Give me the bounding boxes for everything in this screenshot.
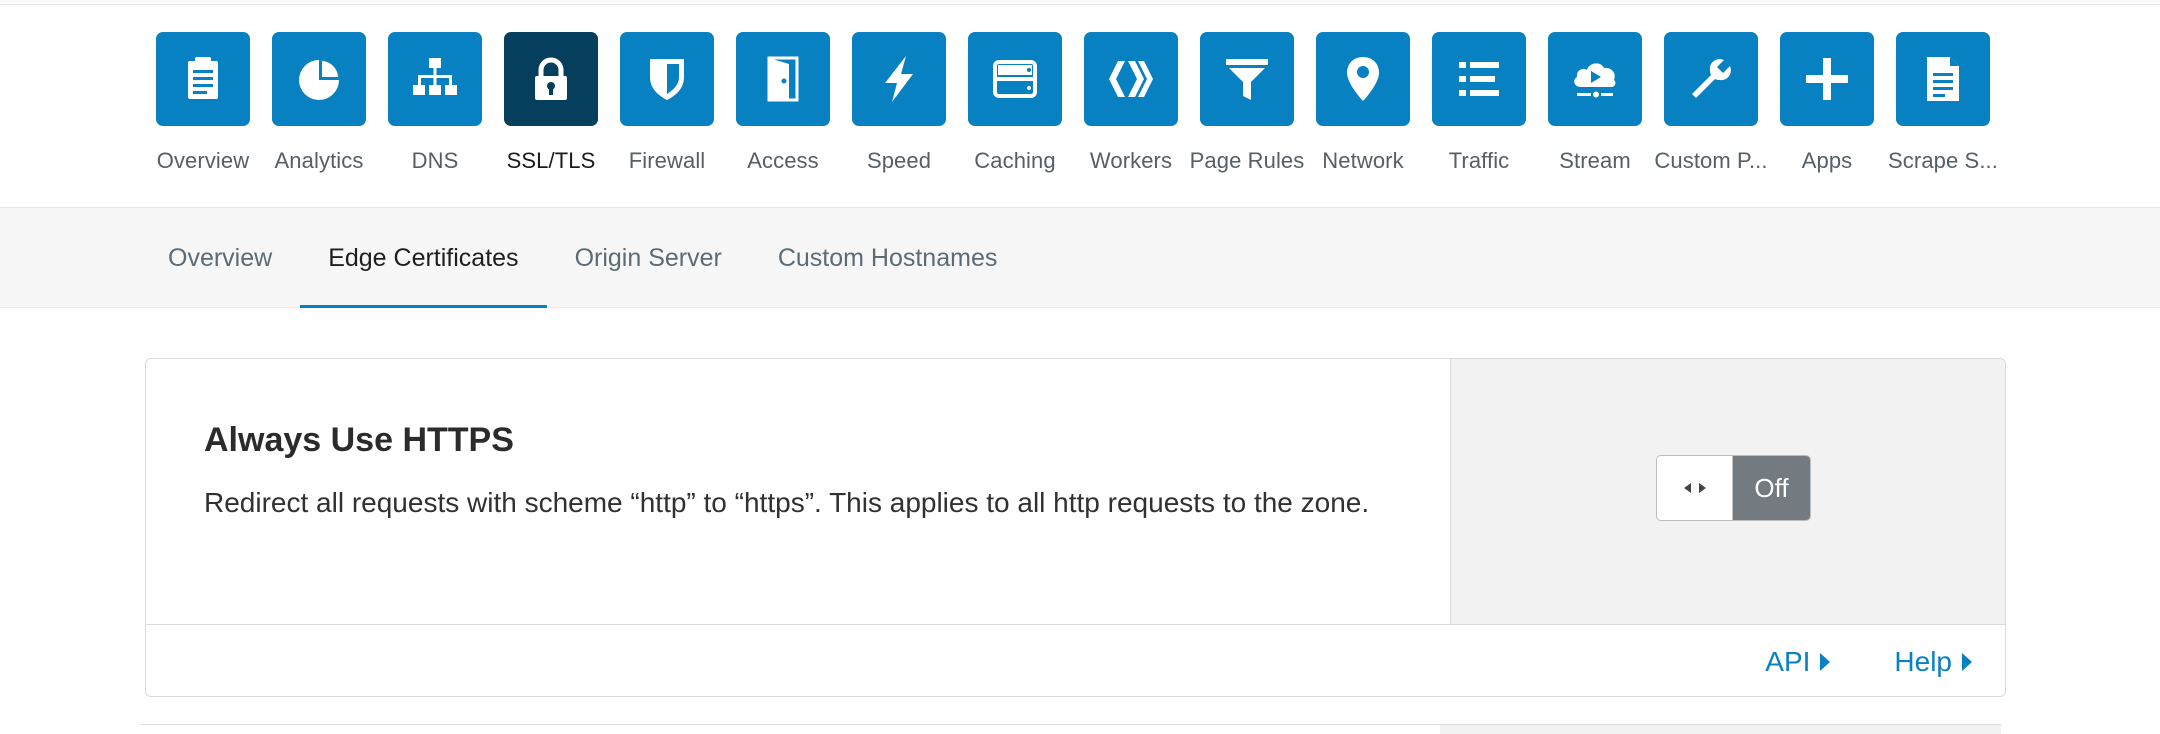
- app-label: Caching: [974, 148, 1056, 173]
- app-overview[interactable]: Overview: [145, 32, 261, 182]
- location-pin-icon: [1316, 32, 1410, 126]
- app-analytics[interactable]: Analytics: [261, 32, 377, 182]
- app-speed[interactable]: Speed: [841, 32, 957, 182]
- app-traffic[interactable]: Traffic: [1421, 32, 1537, 182]
- help-link-label: Help: [1894, 646, 1952, 677]
- caret-right-icon: [1820, 653, 1831, 671]
- cloud-play-icon: [1548, 32, 1642, 126]
- caret-right-icon: [1962, 653, 1972, 671]
- card-control-panel: Off: [1450, 359, 2005, 624]
- app-page-rules[interactable]: Page Rules: [1189, 32, 1305, 182]
- help-link[interactable]: Help: [1894, 646, 1972, 678]
- app-access[interactable]: Access: [725, 32, 841, 182]
- api-link[interactable]: API: [1765, 646, 1831, 678]
- next-card-edge: [140, 724, 2001, 734]
- app-workers[interactable]: Workers: [1073, 32, 1189, 182]
- shield-icon: [620, 32, 714, 126]
- toggle-knob: [1657, 456, 1733, 520]
- app-dns[interactable]: DNS: [377, 32, 493, 182]
- app-label: Traffic: [1448, 148, 1510, 173]
- app-label: Firewall: [628, 148, 706, 173]
- always-use-https-card: Always Use HTTPS Redirect all requests w…: [145, 358, 2006, 697]
- app-label: Network: [1322, 148, 1404, 173]
- lock-icon: [504, 32, 598, 126]
- app-label: Workers: [1089, 148, 1173, 173]
- app-label: Scrape S...: [1888, 148, 1998, 173]
- tab-origin-server[interactable]: Origin Server: [547, 208, 750, 308]
- app-stream[interactable]: Stream: [1537, 32, 1653, 182]
- app-label: Overview: [156, 148, 250, 173]
- app-label: Custom P...: [1654, 148, 1768, 173]
- workers-icon: [1084, 32, 1178, 126]
- api-link-label: API: [1765, 646, 1811, 677]
- app-scrape-shield[interactable]: Scrape S...: [1885, 32, 2001, 182]
- app-network[interactable]: Network: [1305, 32, 1421, 182]
- list-icon: [1432, 32, 1526, 126]
- app-label: DNS: [411, 148, 459, 173]
- app-apps[interactable]: Apps: [1769, 32, 1885, 182]
- tab-custom-hostnames[interactable]: Custom Hostnames: [750, 208, 1026, 308]
- app-firewall[interactable]: Firewall: [609, 32, 725, 182]
- app-label: Stream: [1559, 148, 1631, 173]
- server-icon: [968, 32, 1062, 126]
- sub-navigation: Overview Edge Certificates Origin Server…: [0, 208, 2160, 308]
- top-border: [0, 0, 2160, 5]
- plus-icon: [1780, 32, 1874, 126]
- wrench-icon: [1664, 32, 1758, 126]
- app-custom-pages[interactable]: Custom P...: [1653, 32, 1769, 182]
- app-label: SSL/TLS: [506, 148, 596, 173]
- tab-edge-certificates[interactable]: Edge Certificates: [300, 208, 547, 308]
- app-caching[interactable]: Caching: [957, 32, 1073, 182]
- app-label: Page Rules: [1189, 148, 1305, 173]
- filter-icon: [1200, 32, 1294, 126]
- arrows-left-right-icon: [1683, 483, 1706, 493]
- tab-overview[interactable]: Overview: [140, 208, 300, 308]
- card-footer: API Help: [146, 624, 2005, 696]
- app-nav: Overview Analytics DNS SSL/TLS Firewall …: [145, 32, 2001, 182]
- app-ssl-tls[interactable]: SSL/TLS: [493, 32, 609, 182]
- network-tree-icon: [388, 32, 482, 126]
- pie-chart-icon: [272, 32, 366, 126]
- app-label: Speed: [866, 148, 932, 173]
- app-label: Apps: [1801, 148, 1853, 173]
- clipboard-icon: [156, 32, 250, 126]
- document-icon: [1896, 32, 1990, 126]
- card-title: Always Use HTTPS: [204, 421, 514, 459]
- app-label: Analytics: [274, 148, 364, 173]
- toggle-state-label: Off: [1733, 456, 1810, 520]
- card-body: Always Use HTTPS Redirect all requests w…: [146, 359, 1451, 624]
- app-label: Access: [747, 148, 819, 173]
- always-https-toggle[interactable]: Off: [1656, 455, 1811, 521]
- door-icon: [736, 32, 830, 126]
- card-description: Redirect all requests with scheme “http”…: [204, 487, 1370, 518]
- lightning-icon: [852, 32, 946, 126]
